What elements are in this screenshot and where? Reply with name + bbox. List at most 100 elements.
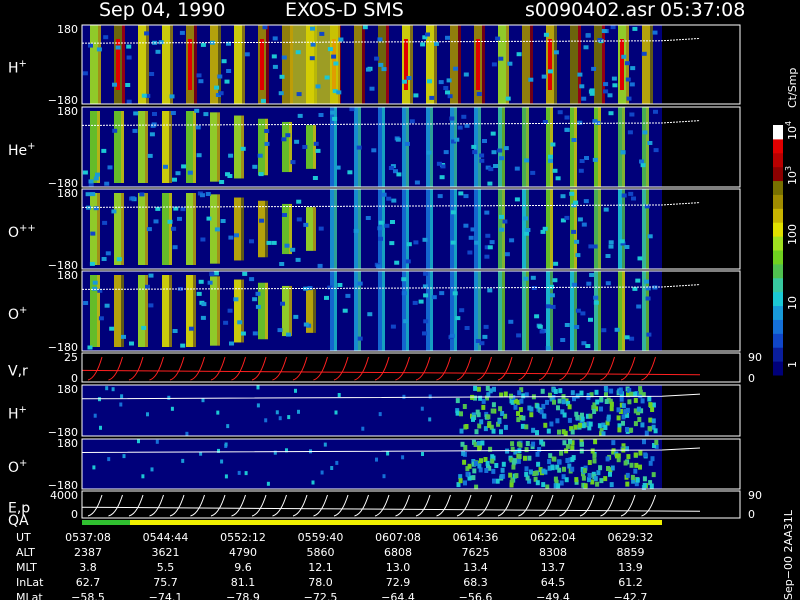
spectrogram-cell	[256, 385, 260, 390]
spectrogram-cell	[603, 386, 608, 391]
spectrogram-cell	[257, 153, 263, 158]
spectrogram-cell	[540, 229, 546, 234]
spectrogram-cell	[541, 468, 546, 474]
spectrogram-cell	[458, 191, 464, 196]
spectrogram-cell	[477, 445, 482, 451]
spectrogram-cell	[141, 474, 145, 479]
spectrogram-cell	[500, 467, 505, 473]
spectrogram-cell	[549, 293, 555, 298]
spectrogram-stripe-core	[622, 107, 625, 187]
spectrogram-cell	[647, 234, 653, 239]
spectrogram-cell	[152, 112, 157, 116]
spectrogram-cell	[439, 291, 445, 296]
spectrogram-cell	[318, 113, 324, 117]
spectrogram-cell	[278, 91, 284, 96]
spectrogram-cell	[386, 196, 392, 201]
spectrogram-cell	[105, 251, 111, 256]
spectrogram-cell	[495, 36, 501, 41]
spectrogram-cell	[571, 229, 577, 234]
spectrogram-stripe-core	[265, 200, 268, 258]
spectrogram-cell	[481, 404, 486, 410]
spectrogram-cell	[499, 474, 504, 480]
spectrogram-stripe-core	[578, 25, 581, 104]
table-cell: 0607:08	[375, 531, 421, 544]
spectrogram-cell	[367, 312, 373, 317]
panels-group: 180−180H+180−180He+180−180O++180−180O+25…	[8, 23, 762, 529]
spectrogram-stripe-core	[146, 25, 149, 104]
panel-vr: 250900V,r	[8, 351, 762, 385]
spectrogram-cell	[535, 430, 539, 436]
spectrogram-cell	[290, 247, 296, 252]
spectrogram-cell	[457, 125, 463, 130]
spectrogram-stripe-core	[526, 271, 529, 351]
spectrogram-cell	[593, 476, 598, 482]
spectrogram-cell	[534, 470, 539, 476]
spectrogram-cell	[150, 467, 154, 472]
spectrogram-cell	[486, 392, 491, 398]
spectrogram-cell	[491, 62, 497, 67]
spectrogram-cell	[126, 44, 132, 49]
spectrogram-cell	[112, 82, 117, 87]
spectrogram-cell	[148, 303, 154, 308]
spectrogram-stripe	[522, 107, 526, 187]
spectrogram-stripe-core	[550, 107, 553, 187]
spectrogram-cell	[421, 452, 424, 456]
spectrogram-stripe	[642, 107, 646, 187]
spectrogram-cell	[317, 263, 323, 268]
right-tick-top: 90	[748, 489, 762, 502]
spectrogram-cell	[616, 407, 621, 413]
spectrogram-stripe	[162, 25, 170, 104]
spectrogram-cell	[573, 424, 578, 430]
spectrogram-cell	[464, 326, 470, 330]
spectrogram-stripe-core	[650, 25, 653, 104]
panel-o-plus-2: 180−180O+	[8, 437, 741, 492]
y-tick-top: 180	[57, 187, 78, 200]
spectrogram-cell	[377, 37, 383, 42]
spectrogram-cell	[311, 480, 315, 485]
spectrogram-cell	[596, 470, 601, 476]
spectrogram-stripe	[594, 271, 598, 351]
spectrogram-stripe-core	[97, 111, 100, 183]
colorbar-step	[773, 347, 783, 362]
spectrogram-cell	[588, 413, 593, 419]
spectrogram-cell	[485, 385, 490, 391]
spectrogram-stripe-core	[313, 207, 316, 251]
spectrogram-cell	[414, 180, 420, 185]
spectrogram-cell	[581, 423, 586, 429]
spectrogram-cell	[556, 483, 561, 489]
spectrogram-cell	[459, 411, 463, 417]
spectrogram-cell	[499, 429, 503, 435]
spectrogram-cell	[189, 326, 194, 331]
spectrogram-cell	[452, 291, 458, 296]
spectrogram-cell	[603, 476, 608, 482]
spectrogram-cell	[459, 428, 464, 434]
spectrogram-cell	[514, 197, 520, 202]
spectrogram-cell	[137, 439, 140, 444]
spectrogram-cell	[606, 466, 610, 471]
spectrogram-stripe-core	[598, 107, 601, 187]
spectrogram-cell	[83, 301, 89, 305]
spectrogram-cell	[645, 296, 651, 301]
spectrogram-cell	[436, 161, 442, 166]
spectrogram-cell	[621, 403, 626, 409]
spectrogram-cell	[481, 398, 486, 404]
spectrogram-cell	[445, 90, 450, 95]
spectrogram-cell	[90, 231, 96, 236]
spectrogram-cell	[557, 459, 562, 465]
spectrogram-cell	[82, 71, 88, 76]
spectrogram-cell	[271, 54, 277, 59]
spectrogram-cell	[196, 73, 202, 78]
spectrogram-stripe	[402, 271, 406, 351]
spectrogram-cell	[580, 311, 586, 316]
spectrogram-cell	[567, 417, 572, 423]
spectrogram-cell	[548, 453, 553, 459]
spectrogram-stripe	[546, 271, 550, 351]
spectrogram-cell	[98, 316, 104, 321]
spectrogram-cell	[461, 114, 467, 119]
spectrogram-cell	[428, 417, 432, 422]
spectrogram-cell	[599, 478, 604, 484]
spectrogram-cell	[617, 427, 622, 433]
colorbar-step	[773, 236, 783, 251]
spectrogram-cell	[595, 481, 600, 487]
panel-label-sup: ++	[19, 223, 36, 234]
